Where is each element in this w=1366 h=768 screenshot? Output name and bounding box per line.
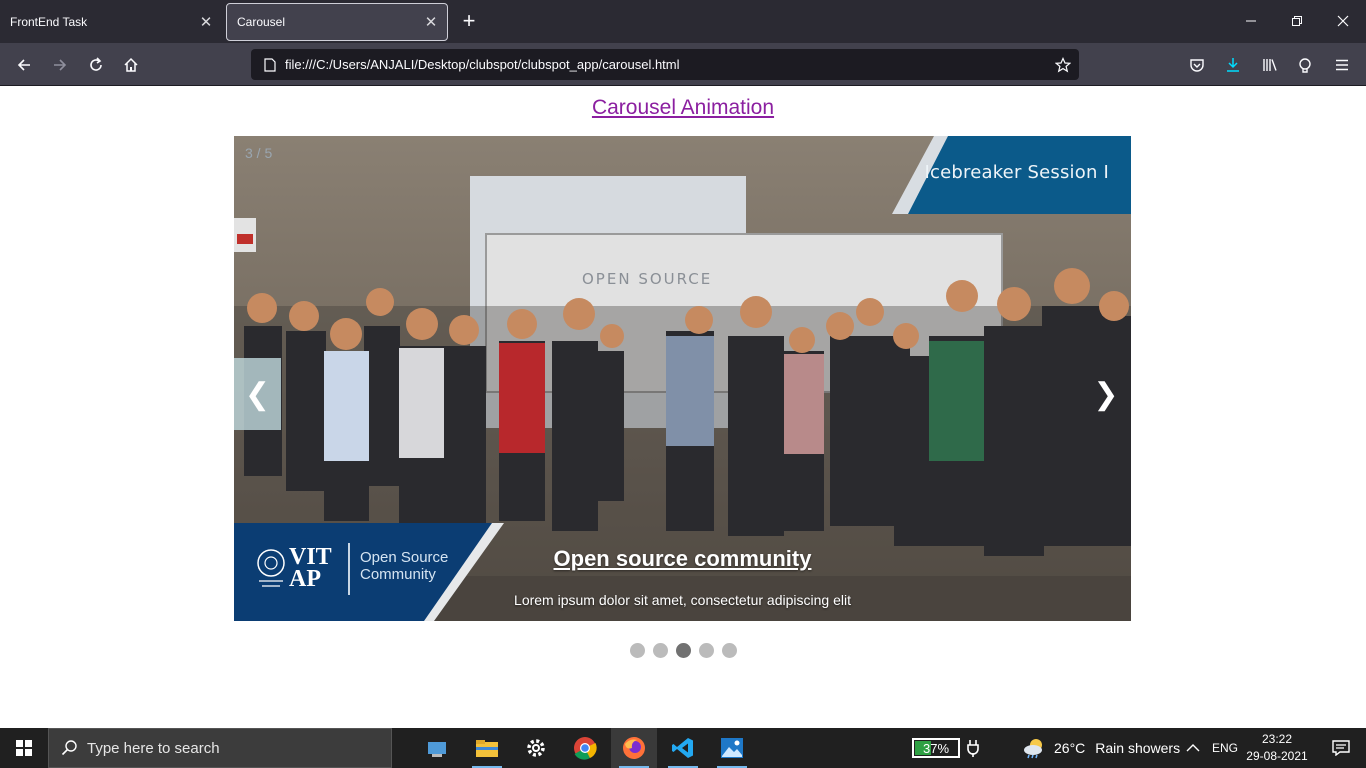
tab-bar: FrontEnd Task ✕ Carousel ✕ + <box>0 0 1366 43</box>
caption-text: Lorem ipsum dolor sit amet, consectetur … <box>514 592 851 608</box>
settings-gear-icon[interactable] <box>513 728 559 768</box>
caption-title[interactable]: Open source community <box>234 546 1131 572</box>
new-tab-icon[interactable]: + <box>456 9 482 35</box>
carousel-dot[interactable] <box>698 643 714 658</box>
weather-temp: 26°C <box>1054 740 1086 756</box>
carousel-dot[interactable] <box>629 643 645 658</box>
tab-carousel[interactable]: Carousel ✕ <box>226 3 448 41</box>
weather-condition: Rain showers <box>1095 740 1181 756</box>
firefox-icon[interactable] <box>611 728 657 768</box>
extension-icon[interactable] <box>1289 49 1321 81</box>
notification-center-icon[interactable] <box>1318 728 1364 768</box>
page-title[interactable]: Carousel Animation <box>0 96 1366 120</box>
carousel: OPEN SOURCE 3 / 5 Icebreaker Session I V… <box>234 136 1131 621</box>
bookmark-star-icon[interactable] <box>1047 56 1079 73</box>
forward-icon[interactable] <box>44 49 76 81</box>
menu-icon[interactable] <box>1326 49 1358 81</box>
photos-icon[interactable] <box>709 728 755 768</box>
carousel-dots <box>0 643 1366 658</box>
close-tab-icon[interactable]: ✕ <box>194 10 218 34</box>
url-text: file:///C:/Users/ANJALI/Desktop/clubspot… <box>285 57 680 72</box>
taskbar-search-box[interactable]: Type here to search <box>48 728 392 768</box>
chrome-icon[interactable] <box>562 728 608 768</box>
clock-time: 23:22 <box>1261 732 1293 746</box>
address-bar[interactable]: file:///C:/Users/ANJALI/Desktop/clubspot… <box>251 49 1079 80</box>
show-hidden-icons-chevron-icon[interactable] <box>1186 728 1200 768</box>
slide-counter: 3 / 5 <box>245 145 273 161</box>
power-plug-icon <box>958 728 988 768</box>
banner-text: Icebreaker Session I <box>924 162 1109 183</box>
file-explorer-icon[interactable] <box>464 728 510 768</box>
close-window-icon[interactable] <box>1320 6 1366 36</box>
reload-icon[interactable] <box>80 49 112 81</box>
weather-widget[interactable]: 26°C Rain showers <box>1022 728 1180 768</box>
carousel-dot[interactable] <box>652 643 668 658</box>
minimize-icon[interactable] <box>1228 6 1274 36</box>
search-icon <box>61 740 77 756</box>
tab-frontend-task[interactable]: FrontEnd Task ✕ <box>0 3 222 41</box>
clock-date: 29-08-2021 <box>1246 749 1308 763</box>
library-icon[interactable] <box>1254 49 1286 81</box>
windows-taskbar: Type here to search 37% 26°C Rain shower… <box>0 728 1366 768</box>
battery-percentage: 37% <box>922 740 950 756</box>
restore-icon[interactable] <box>1274 6 1320 36</box>
page-icon <box>255 57 285 72</box>
pocket-icon[interactable] <box>1181 49 1213 81</box>
system-clock[interactable]: 23:22 29-08-2021 <box>1246 731 1308 765</box>
svg-text:OPEN SOURCE: OPEN SOURCE <box>582 270 712 288</box>
downloads-icon[interactable] <box>1217 49 1249 81</box>
tab-title: FrontEnd Task <box>10 15 88 29</box>
battery-indicator[interactable]: 37% <box>912 738 960 758</box>
back-icon[interactable] <box>8 49 40 81</box>
navigation-toolbar: file:///C:/Users/ANJALI/Desktop/clubspot… <box>0 43 1366 86</box>
search-placeholder: Type here to search <box>87 739 220 757</box>
carousel-dot[interactable] <box>721 643 737 658</box>
page-content: Carousel Animation OPEN SOURCE 3 / 5 Ice… <box>0 86 1366 728</box>
home-icon[interactable] <box>115 49 147 81</box>
close-tab-icon[interactable]: ✕ <box>419 10 443 34</box>
prev-slide-button[interactable]: ❮ <box>234 358 281 430</box>
weather-rain-icon <box>1022 737 1046 759</box>
carousel-dot-active[interactable] <box>675 643 691 658</box>
windows-start-icon[interactable] <box>0 728 48 768</box>
task-view-icon[interactable] <box>415 728 461 768</box>
next-slide-button[interactable]: ❯ <box>1093 374 1119 414</box>
tab-title: Carousel <box>237 15 286 29</box>
input-language[interactable]: ENG <box>1212 728 1238 768</box>
vscode-icon[interactable] <box>660 728 706 768</box>
